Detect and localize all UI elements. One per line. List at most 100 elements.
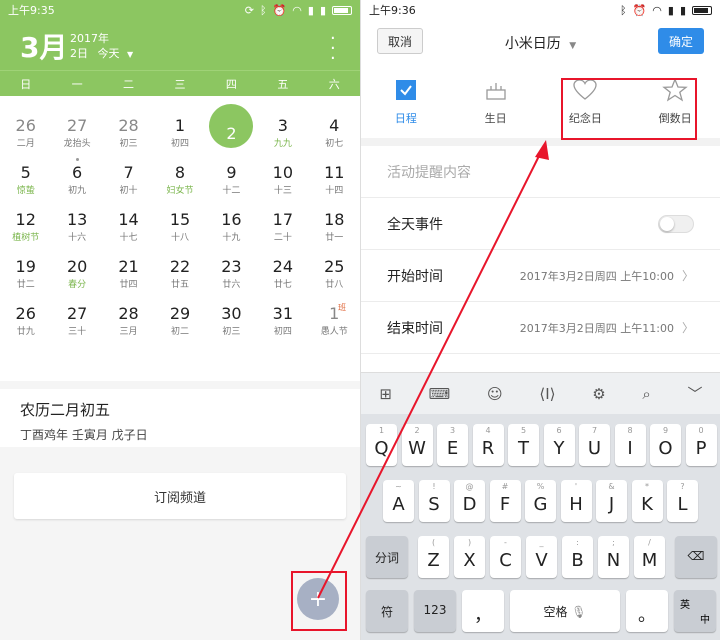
- day-cell[interactable]: 14 十七: [103, 196, 154, 243]
- key-letter[interactable]: -C: [490, 536, 521, 578]
- day-cell[interactable]: 22 廿五: [154, 243, 205, 290]
- key-letter[interactable]: 3E: [437, 424, 468, 466]
- day-cell[interactable]: 30 初三: [206, 290, 257, 337]
- day-cell[interactable]: 11 十四: [309, 149, 360, 196]
- day-cell[interactable]: 5 惊蛰: [0, 149, 51, 196]
- day-cell[interactable]: 19 廿二: [0, 243, 51, 290]
- key-letter[interactable]: ; N: [598, 536, 629, 578]
- search-icon[interactable]: ⌕: [642, 385, 650, 403]
- key-letter[interactable]: # F: [489, 480, 521, 522]
- day-cell[interactable]: 3 九九: [257, 102, 308, 149]
- emoji-icon[interactable]: ☺: [487, 385, 503, 403]
- key-language-switch[interactable]: 英 中: [674, 590, 716, 632]
- key-letter[interactable]: 7U: [579, 424, 610, 466]
- tab-schedule[interactable]: 日程: [361, 62, 451, 138]
- lunar-day-label: 廿八: [325, 280, 344, 290]
- day-cell[interactable]: 29 初二: [154, 290, 205, 337]
- day-cell[interactable]: 21 廿四: [103, 243, 154, 290]
- day-cell[interactable]: 28 三月: [103, 290, 154, 337]
- month-grid: 26 二月 27 龙抬头 28 初三 1 初四 2 3 九九 4 初七 5 惊蛰 6 初九 7 初十 8 妇女节 9 十二 1…: [0, 96, 360, 381]
- key-letter[interactable]: 5T: [508, 424, 539, 466]
- key-primary-char: A: [392, 494, 405, 515]
- key-letter[interactable]: ? L: [667, 480, 698, 522]
- key-comma[interactable]: ，: [462, 590, 504, 632]
- key-secondary-char: ;: [612, 538, 615, 547]
- day-cell[interactable]: 12 植树节: [0, 196, 51, 243]
- key-letter[interactable]: 6Y: [543, 424, 575, 466]
- day-cell[interactable]: 8 妇女节: [154, 149, 205, 196]
- day-cell[interactable]: 16 十九: [206, 196, 257, 243]
- key-letter[interactable]: :B: [562, 536, 593, 578]
- weekday-label: 三: [174, 77, 186, 91]
- day-cell[interactable]: 26 廿九: [0, 290, 51, 337]
- key-backspace[interactable]: ⌫: [675, 536, 717, 578]
- keyboard-icon[interactable]: ⌨: [429, 385, 451, 403]
- date-today-selector[interactable]: 2日 今天 ▼: [70, 45, 133, 61]
- chevron-down-icon[interactable]: ﹀: [688, 383, 703, 404]
- confirm-button[interactable]: 确定: [658, 28, 704, 54]
- key-numbers[interactable]: 123: [414, 590, 456, 632]
- day-cell[interactable]: 27 三十: [51, 290, 102, 337]
- key-primary-char: N: [606, 550, 621, 571]
- battery-icon: [332, 5, 352, 15]
- key-letter[interactable]: 8I: [614, 424, 646, 466]
- key-letter[interactable]: ) X: [454, 536, 485, 578]
- key-letter[interactable]: @ D: [454, 480, 485, 522]
- key-letter[interactable]: 4R: [472, 424, 504, 466]
- key-letter[interactable]: & J: [596, 480, 627, 522]
- day-cell[interactable]: 23 廿六: [206, 243, 257, 290]
- key-space[interactable]: 空格 🎙: [510, 590, 620, 632]
- key-symbols[interactable]: 符: [366, 590, 408, 632]
- day-cell[interactable]: 17 二十: [257, 196, 308, 243]
- day-cell[interactable]: 24 廿七: [257, 243, 308, 290]
- all-day-toggle[interactable]: [658, 214, 694, 233]
- new-event-screen: 上午9:36 ᛒ ⏰ ◠ ▮ ▮ 取消 小米日历 ▼ 确定 日程 生日 纪念日 …: [360, 0, 720, 640]
- key-fenci[interactable]: 分词: [366, 536, 408, 578]
- day-cell[interactable]: 25 廿八: [309, 243, 360, 290]
- key-letter[interactable]: 0P: [685, 424, 717, 466]
- end-time-row[interactable]: 结束时间 2017年3月2日周四 上午11:00 〉: [361, 302, 720, 354]
- key-letter[interactable]: / M: [634, 536, 665, 578]
- day-cell[interactable]: 9 十二: [206, 149, 257, 196]
- day-cell-selected[interactable]: 2: [206, 102, 257, 149]
- tab-birthday[interactable]: 生日: [451, 62, 541, 138]
- day-cell[interactable]: 10 十三: [257, 149, 308, 196]
- subscribe-channel-button[interactable]: 订阅频道: [14, 473, 346, 519]
- day-cell[interactable]: 班 1 愚人节: [309, 290, 360, 337]
- day-cell[interactable]: 13 十六: [51, 196, 102, 243]
- key-letter[interactable]: * K: [631, 480, 663, 522]
- day-cell[interactable]: 31 初四: [257, 290, 308, 337]
- day-cell[interactable]: 1 初四: [154, 102, 205, 149]
- settings-icon[interactable]: ⚙: [592, 385, 605, 403]
- grid-icon[interactable]: ⊞: [379, 385, 392, 403]
- key-letter[interactable]: % G: [525, 480, 556, 522]
- backspace-icon: ⌫: [687, 549, 705, 563]
- key-letter[interactable]: ~ A: [383, 480, 414, 522]
- day-cell[interactable]: 6 初九: [51, 149, 102, 196]
- key-letter[interactable]: (Z: [418, 536, 449, 578]
- key-secondary-char: ~: [395, 482, 402, 491]
- reminder-content-input[interactable]: 活动提醒内容: [361, 146, 720, 198]
- key-letter[interactable]: ! S: [418, 480, 450, 522]
- key-letter[interactable]: 1Q: [366, 424, 397, 466]
- lunar-day-label: 十六: [68, 233, 87, 243]
- key-letter[interactable]: _ V: [526, 536, 557, 578]
- key-letter[interactable]: 2W: [401, 424, 433, 466]
- start-time-row[interactable]: 开始时间 2017年3月2日周四 上午10:00 〉: [361, 250, 720, 302]
- day-cell[interactable]: 26 二月: [0, 102, 51, 149]
- day-number: 16: [221, 210, 242, 229]
- day-cell[interactable]: 4 初七: [309, 102, 360, 149]
- more-vertical-icon[interactable]: · · ·: [330, 30, 336, 68]
- key-period[interactable]: 。: [626, 590, 668, 632]
- cancel-button[interactable]: 取消: [377, 28, 423, 54]
- day-cell[interactable]: 18 廿一: [309, 196, 360, 243]
- day-cell[interactable]: 7 初十: [103, 149, 154, 196]
- key-letter[interactable]: ' H: [560, 480, 592, 522]
- cursor-icon[interactable]: ⟨I⟩: [539, 385, 555, 403]
- day-cell[interactable]: 27 龙抬头: [51, 102, 102, 149]
- day-cell[interactable]: 15 十八: [154, 196, 205, 243]
- day-cell[interactable]: 28 初三: [103, 102, 154, 149]
- key-primary-char: C: [499, 550, 512, 571]
- day-cell[interactable]: 20 春分: [51, 243, 102, 290]
- key-letter[interactable]: 9O: [650, 424, 681, 466]
